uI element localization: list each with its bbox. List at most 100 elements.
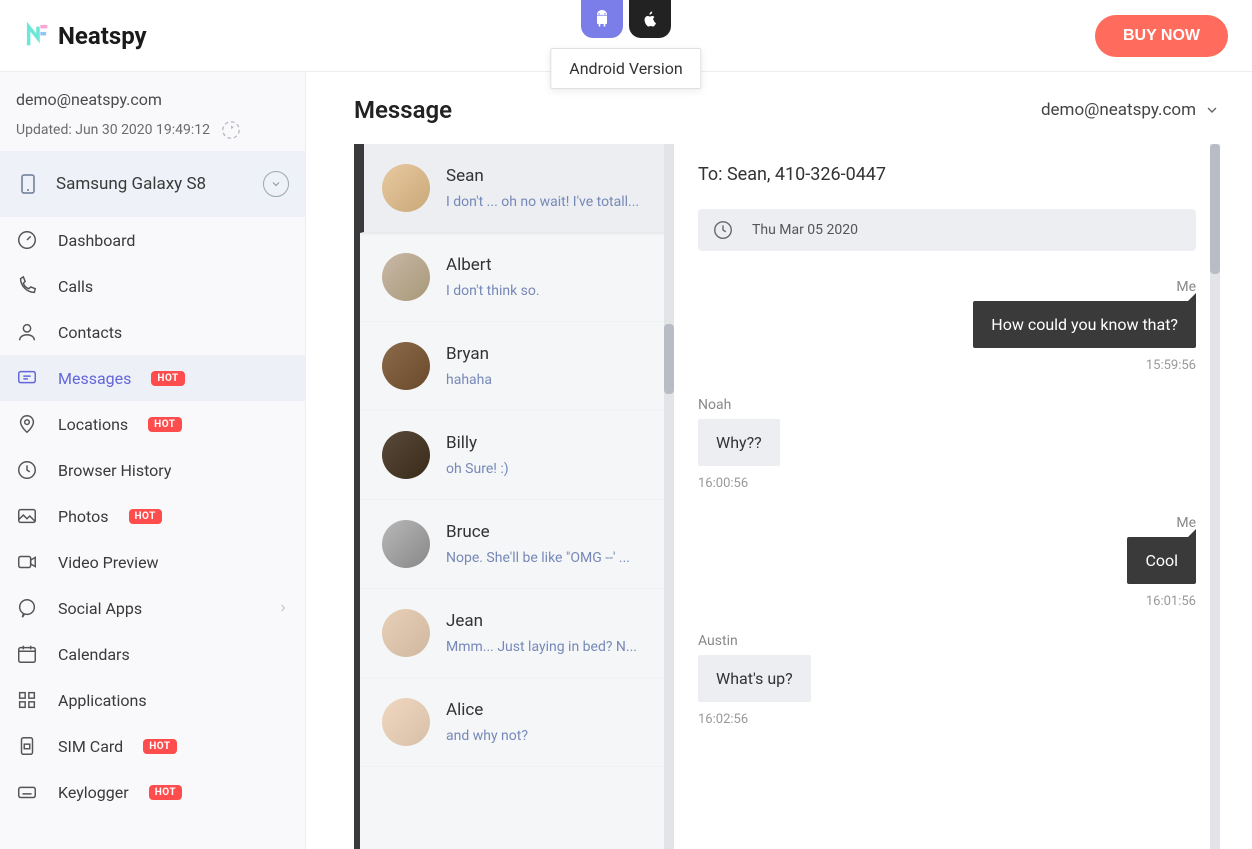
nav-label: Browser History bbox=[58, 461, 171, 480]
nav-label: SIM Card bbox=[58, 737, 123, 756]
nav-item-browser-history[interactable]: Browser History bbox=[0, 447, 305, 493]
message-bubble: How could you know that? bbox=[973, 301, 1196, 348]
conversation-name: Albert bbox=[446, 255, 652, 275]
account-email: demo@neatspy.com bbox=[16, 90, 289, 109]
message-thread: MeHow could you know that?15:59:56NoahWh… bbox=[698, 279, 1196, 745]
nav-item-social-apps[interactable]: Social Apps bbox=[0, 585, 305, 631]
nav-item-locations[interactable]: LocationsHOT bbox=[0, 401, 305, 447]
android-tab[interactable] bbox=[581, 0, 623, 38]
sim-icon bbox=[16, 735, 38, 757]
conversation-item[interactable]: Albert I don't think so. bbox=[360, 233, 674, 322]
logo-icon bbox=[24, 22, 52, 50]
keyboard-icon bbox=[16, 781, 38, 803]
nav-label: Keylogger bbox=[58, 783, 129, 802]
nav-item-photos[interactable]: PhotosHOT bbox=[0, 493, 305, 539]
date-text: Thu Mar 05 2020 bbox=[752, 222, 858, 238]
message-panel: To: Sean, 410-326-0447 Thu Mar 05 2020 M… bbox=[674, 144, 1220, 849]
message-time: 16:02:56 bbox=[698, 712, 748, 727]
conversation-preview: Nope. She'll be like "OMG --' ... bbox=[446, 550, 652, 566]
conversation-text: Bruce Nope. She'll be like "OMG --' ... bbox=[446, 522, 652, 566]
sidebar: demo@neatspy.com Updated: Jun 30 2020 19… bbox=[0, 72, 306, 849]
nav-item-messages[interactable]: MessagesHOT bbox=[0, 355, 305, 401]
device-selector[interactable]: Samsung Galaxy S8 bbox=[0, 151, 305, 217]
video-icon bbox=[16, 551, 38, 573]
updated-row: Updated: Jun 30 2020 19:49:12 bbox=[16, 119, 289, 141]
nav-item-calls[interactable]: Calls bbox=[0, 263, 305, 309]
nav-item-applications[interactable]: Applications bbox=[0, 677, 305, 723]
conversation-item[interactable]: Alice and why not? bbox=[360, 678, 674, 767]
brand-name: Neatspy bbox=[58, 22, 147, 50]
hot-badge: HOT bbox=[149, 785, 182, 800]
nav-item-video-preview[interactable]: Video Preview bbox=[0, 539, 305, 585]
refresh-icon[interactable] bbox=[220, 119, 242, 141]
header-account-dropdown[interactable]: demo@neatspy.com bbox=[1041, 100, 1220, 120]
grid-icon bbox=[16, 689, 38, 711]
conversation-name: Sean bbox=[446, 166, 652, 186]
nav-item-keylogger[interactable]: Keylogger HOT bbox=[0, 769, 305, 815]
clock-icon bbox=[712, 219, 734, 241]
android-icon bbox=[592, 9, 612, 29]
chevron-right-icon bbox=[277, 599, 289, 618]
nav-item-calendars[interactable]: Calendars bbox=[0, 631, 305, 677]
conversation-text: Albert I don't think so. bbox=[446, 255, 652, 299]
conversation-item[interactable]: SeanI don't ... oh no wait! I've totall.… bbox=[360, 144, 674, 233]
message-block: MeHow could you know that?15:59:56 bbox=[973, 279, 1196, 391]
chat-icon bbox=[16, 597, 38, 619]
nav-item-contacts[interactable]: Contacts bbox=[0, 309, 305, 355]
nav-label: Applications bbox=[58, 691, 147, 710]
conversation-item[interactable]: JeanMmm... Just laying in bed? N... bbox=[360, 589, 674, 678]
avatar bbox=[382, 609, 430, 657]
conversation-item[interactable]: Bruce Nope. She'll be like "OMG --' ... bbox=[360, 500, 674, 589]
chevron-down-icon bbox=[263, 171, 289, 197]
message-time: 15:59:56 bbox=[1146, 358, 1196, 373]
conversation-name: Alice bbox=[446, 700, 652, 720]
platform-tabs bbox=[581, 0, 671, 38]
nav-label: Calls bbox=[58, 277, 93, 296]
updated-text: Updated: Jun 30 2020 19:49:12 bbox=[16, 122, 210, 138]
conversation-preview: oh Sure! :) bbox=[446, 461, 652, 477]
gauge-icon bbox=[16, 229, 38, 251]
clock-icon bbox=[16, 459, 38, 481]
nav-label: Video Preview bbox=[58, 553, 159, 572]
date-divider: Thu Mar 05 2020 bbox=[698, 209, 1196, 251]
conversation-list: SeanI don't ... oh no wait! I've totall.… bbox=[354, 144, 674, 849]
content-header: Message demo@neatspy.com bbox=[354, 96, 1220, 124]
person-icon bbox=[16, 321, 38, 343]
conversation-preview: I don't think so. bbox=[446, 283, 652, 299]
message-sender: Noah bbox=[698, 397, 731, 413]
nav-label: Messages bbox=[58, 369, 131, 388]
phone-icon bbox=[16, 172, 40, 196]
conversation-item[interactable]: Bryanhahaha bbox=[360, 322, 674, 411]
message-time: 16:00:56 bbox=[698, 476, 748, 491]
conversation-name: Bryan bbox=[446, 344, 652, 364]
message-to: To: Sean, 410-326-0447 bbox=[698, 164, 1196, 185]
conversation-text: JeanMmm... Just laying in bed? N... bbox=[446, 611, 652, 655]
nav-label: Locations bbox=[58, 415, 128, 434]
conversation-item[interactable]: Billy oh Sure! :) bbox=[360, 411, 674, 500]
conversation-name: Billy bbox=[446, 433, 652, 453]
avatar bbox=[382, 431, 430, 479]
conversation-name: Bruce bbox=[446, 522, 652, 542]
message-bubble: Why?? bbox=[698, 419, 780, 466]
nav-item-dashboard[interactable]: Dashboard bbox=[0, 217, 305, 263]
conversation-preview: and why not? bbox=[446, 728, 652, 744]
conversation-text: Bryanhahaha bbox=[446, 344, 652, 388]
message-icon bbox=[16, 367, 38, 389]
conv-scrollbar[interactable] bbox=[664, 144, 674, 849]
msg-scrollbar[interactable] bbox=[1210, 144, 1220, 849]
buy-now-button[interactable]: BUY NOW bbox=[1095, 15, 1228, 57]
avatar bbox=[382, 342, 430, 390]
platform-tooltip: Android Version bbox=[550, 48, 701, 89]
message-bubble: What's up? bbox=[698, 655, 811, 702]
conversation-name: Jean bbox=[446, 611, 652, 631]
account-block: demo@neatspy.com Updated: Jun 30 2020 19… bbox=[0, 72, 305, 151]
logo[interactable]: Neatspy bbox=[24, 22, 147, 50]
ios-tab[interactable] bbox=[629, 0, 671, 38]
avatar bbox=[382, 253, 430, 301]
pin-icon bbox=[16, 413, 38, 435]
image-icon bbox=[16, 505, 38, 527]
message-block: Noah Why?? 16:00:56 bbox=[698, 397, 780, 509]
hot-badge: HOT bbox=[129, 509, 162, 524]
nav-item-sim-card[interactable]: SIM CardHOT bbox=[0, 723, 305, 769]
conversation-text: SeanI don't ... oh no wait! I've totall.… bbox=[446, 166, 652, 210]
